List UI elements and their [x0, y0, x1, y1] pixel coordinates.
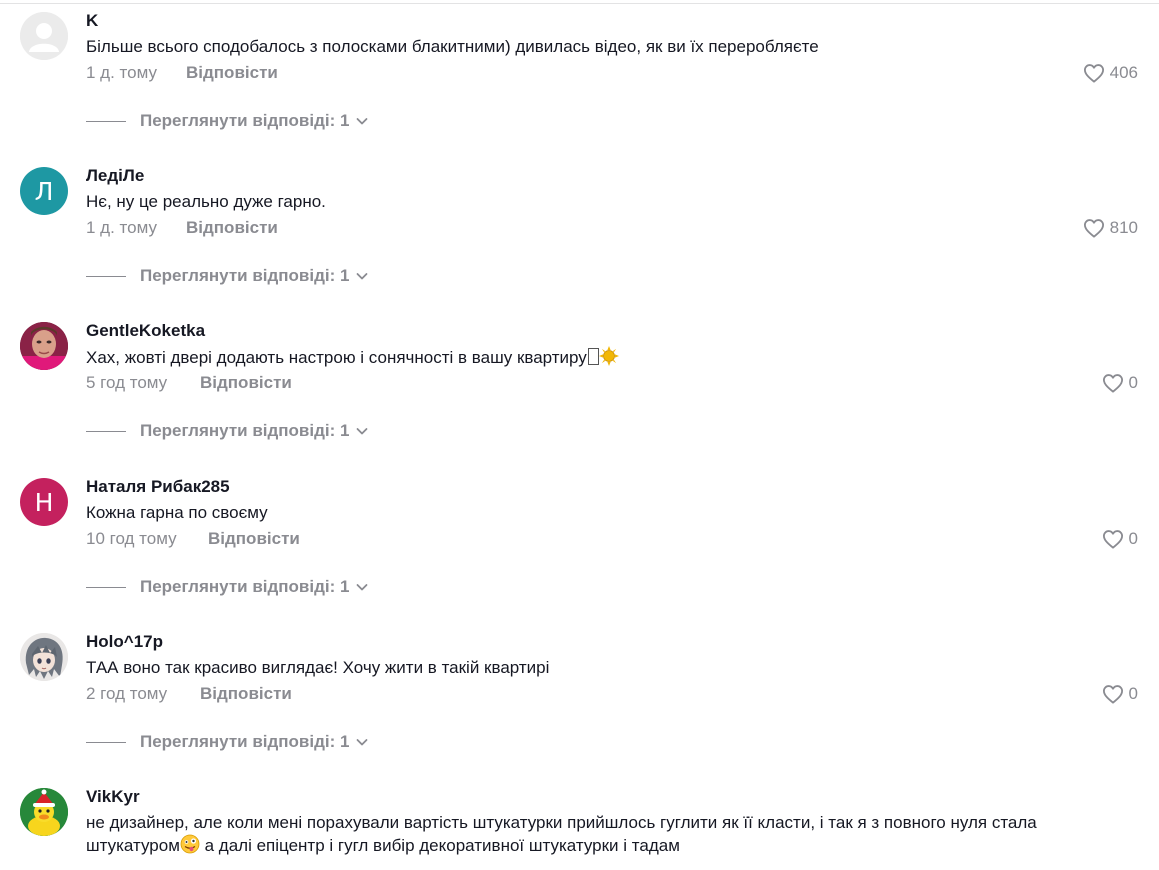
goofy-face-emoji — [180, 834, 200, 854]
anime-avatar — [20, 633, 68, 681]
comment-timestamp: 1 д. тому — [86, 63, 157, 82]
comment-timestamp: 5 год тому — [86, 373, 168, 392]
reply-button[interactable]: Відповісти — [186, 63, 278, 83]
avatar-letter: Л — [34, 176, 54, 206]
comment-username[interactable]: VikKyr — [86, 787, 140, 807]
like-count: 810 — [1109, 218, 1138, 237]
view-replies-button[interactable]: Переглянути відповіді: 1 — [86, 421, 369, 441]
missing-glyph-icon — [587, 348, 599, 365]
replies-divider — [86, 120, 126, 122]
comment-text-content: Хах, жовті двері додають настрою і соняч… — [86, 348, 587, 367]
chevron-down-icon — [357, 118, 368, 125]
avatar[interactable]: Н — [20, 478, 68, 526]
reply-button[interactable]: Відповісти — [200, 684, 292, 704]
chevron-down-icon — [357, 428, 368, 435]
view-replies-label: Переглянути відповіді: 1 — [140, 421, 350, 440]
view-replies-label: Переглянути відповіді: 1 — [140, 266, 350, 285]
heart-icon — [1102, 685, 1123, 704]
replies-divider — [86, 430, 126, 432]
comment-text: Кожна гарна по своєму — [86, 503, 268, 522]
view-replies-label: Переглянути відповіді: 1 — [140, 732, 350, 751]
top-divider — [0, 3, 1159, 4]
profile-photo — [20, 322, 68, 370]
heart-icon — [1083, 219, 1104, 238]
reply-button[interactable]: Відповісти — [186, 218, 278, 238]
comment-timestamp: 2 год тому — [86, 684, 168, 703]
reply-button[interactable]: Відповісти — [208, 529, 300, 549]
view-replies-button[interactable]: Переглянути відповіді: 1 — [86, 111, 369, 131]
replies-divider — [86, 741, 126, 743]
comment-username[interactable]: Наталя Рибак285 — [86, 477, 230, 497]
heart-icon — [1102, 374, 1123, 393]
heart-icon — [1083, 64, 1104, 83]
comment-text: Хах, жовті двері додають настрою і соняч… — [86, 346, 1086, 369]
like-button[interactable]: 0 — [1102, 529, 1138, 549]
like-button[interactable]: 406 — [1083, 63, 1138, 83]
sun-emoji — [598, 346, 619, 366]
like-button[interactable]: 0 — [1102, 373, 1138, 393]
comment-timestamp: 10 год тому — [86, 529, 177, 548]
comment-text: Нє, ну це реально дуже гарно. — [86, 192, 326, 211]
like-count: 0 — [1128, 373, 1138, 392]
comment-text-part2: а далі епіцентр і гугл вибір декоративно… — [199, 836, 680, 855]
avatar-letter: Н — [34, 487, 54, 517]
replies-divider — [86, 586, 126, 588]
like-count: 406 — [1109, 63, 1138, 82]
duck-avatar — [20, 788, 68, 836]
comment-text: Більше всього сподобалось з полосками бл… — [86, 37, 819, 56]
comment-text: ТАА воно так красиво виглядає! Хочу жити… — [86, 658, 550, 677]
reply-button[interactable]: Відповісти — [200, 373, 292, 393]
comment-text: не дизайнер, але коли мені порахували ва… — [86, 812, 1086, 857]
view-replies-button[interactable]: Переглянути відповіді: 1 — [86, 732, 369, 752]
view-replies-label: Переглянути відповіді: 1 — [140, 577, 350, 596]
avatar[interactable]: Л — [20, 167, 68, 215]
avatar[interactable] — [20, 788, 68, 836]
like-button[interactable]: 0 — [1102, 684, 1138, 704]
chevron-down-icon — [357, 739, 368, 746]
comment-username[interactable]: GentleKoketka — [86, 321, 205, 341]
replies-divider — [86, 275, 126, 277]
avatar[interactable] — [20, 322, 68, 370]
comment-username[interactable]: K — [86, 11, 98, 31]
like-count: 0 — [1128, 529, 1138, 548]
comment-username[interactable]: ЛедіЛе — [86, 166, 144, 186]
heart-icon — [1102, 530, 1123, 549]
like-button[interactable]: 810 — [1083, 218, 1138, 238]
view-replies-button[interactable]: Переглянути відповіді: 1 — [86, 266, 369, 286]
comment-username[interactable]: Holo^17p — [86, 632, 163, 652]
view-replies-button[interactable]: Переглянути відповіді: 1 — [86, 577, 369, 597]
avatar[interactable] — [20, 12, 68, 60]
avatar[interactable] — [20, 633, 68, 681]
chevron-down-icon — [357, 273, 368, 280]
like-count: 0 — [1128, 684, 1138, 703]
comment-timestamp: 1 д. тому — [86, 218, 157, 237]
chevron-down-icon — [357, 584, 368, 591]
default-user-icon — [20, 12, 68, 60]
view-replies-label: Переглянути відповіді: 1 — [140, 111, 350, 130]
